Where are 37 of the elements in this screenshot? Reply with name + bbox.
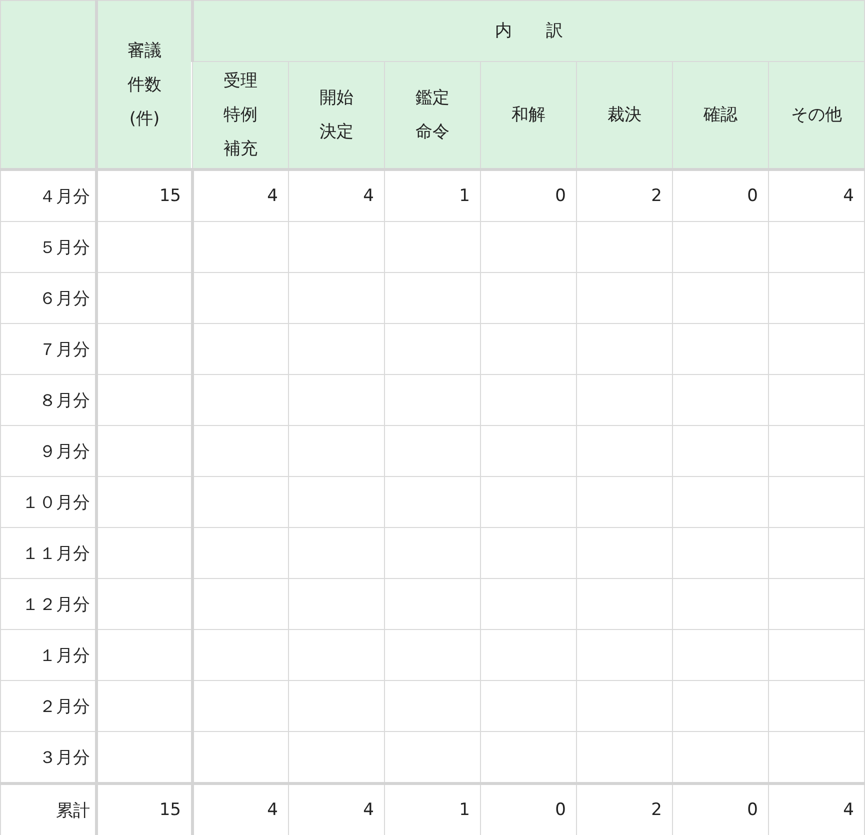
table-cell: 2 — [576, 170, 672, 222]
column-header: 鑑定命令 — [414, 87, 450, 144]
row-header: １１月分 — [0, 528, 96, 578]
table-cell: 4 — [192, 170, 288, 222]
table-cell: 4 — [288, 784, 384, 835]
row-header: ５月分 — [0, 222, 96, 272]
table-cell: 4 — [768, 784, 864, 835]
column-header: 確認 — [704, 104, 738, 128]
table-cell: 2 — [576, 784, 672, 835]
column-header: 裁決 — [608, 104, 642, 128]
row-header: １０月分 — [0, 476, 96, 528]
row-header: ９月分 — [0, 426, 96, 476]
row-header: ７月分 — [0, 324, 96, 374]
column-header: 和解 — [512, 104, 546, 128]
table-cell: 1 — [384, 784, 480, 835]
row-header: ８月分 — [0, 374, 96, 426]
row-header: １月分 — [0, 630, 96, 680]
row-header: １２月分 — [0, 578, 96, 630]
table-cell: 1 — [384, 170, 480, 222]
table-cell: 0 — [480, 170, 576, 222]
row-header: ４月分 — [0, 170, 96, 222]
table-cell: 4 — [192, 784, 288, 835]
column-header: その他 — [791, 104, 842, 128]
row-header: ２月分 — [0, 680, 96, 732]
table-cell: 0 — [480, 784, 576, 835]
row-header: 累計 — [0, 784, 96, 835]
column-header: 開始決定 — [318, 87, 354, 144]
row-header: ６月分 — [0, 272, 96, 324]
table-cell: 0 — [672, 170, 768, 222]
table-cell: 15 — [96, 784, 192, 835]
column-header: 受理特例補充 — [222, 70, 258, 161]
column-header: 審議件数(件) — [126, 40, 162, 130]
table-cell: 15 — [96, 170, 192, 222]
table-cell: 4 — [768, 170, 864, 222]
table-cell: 4 — [288, 170, 384, 222]
table-cell: 0 — [672, 784, 768, 835]
column-header: 内 訳 — [495, 20, 563, 44]
